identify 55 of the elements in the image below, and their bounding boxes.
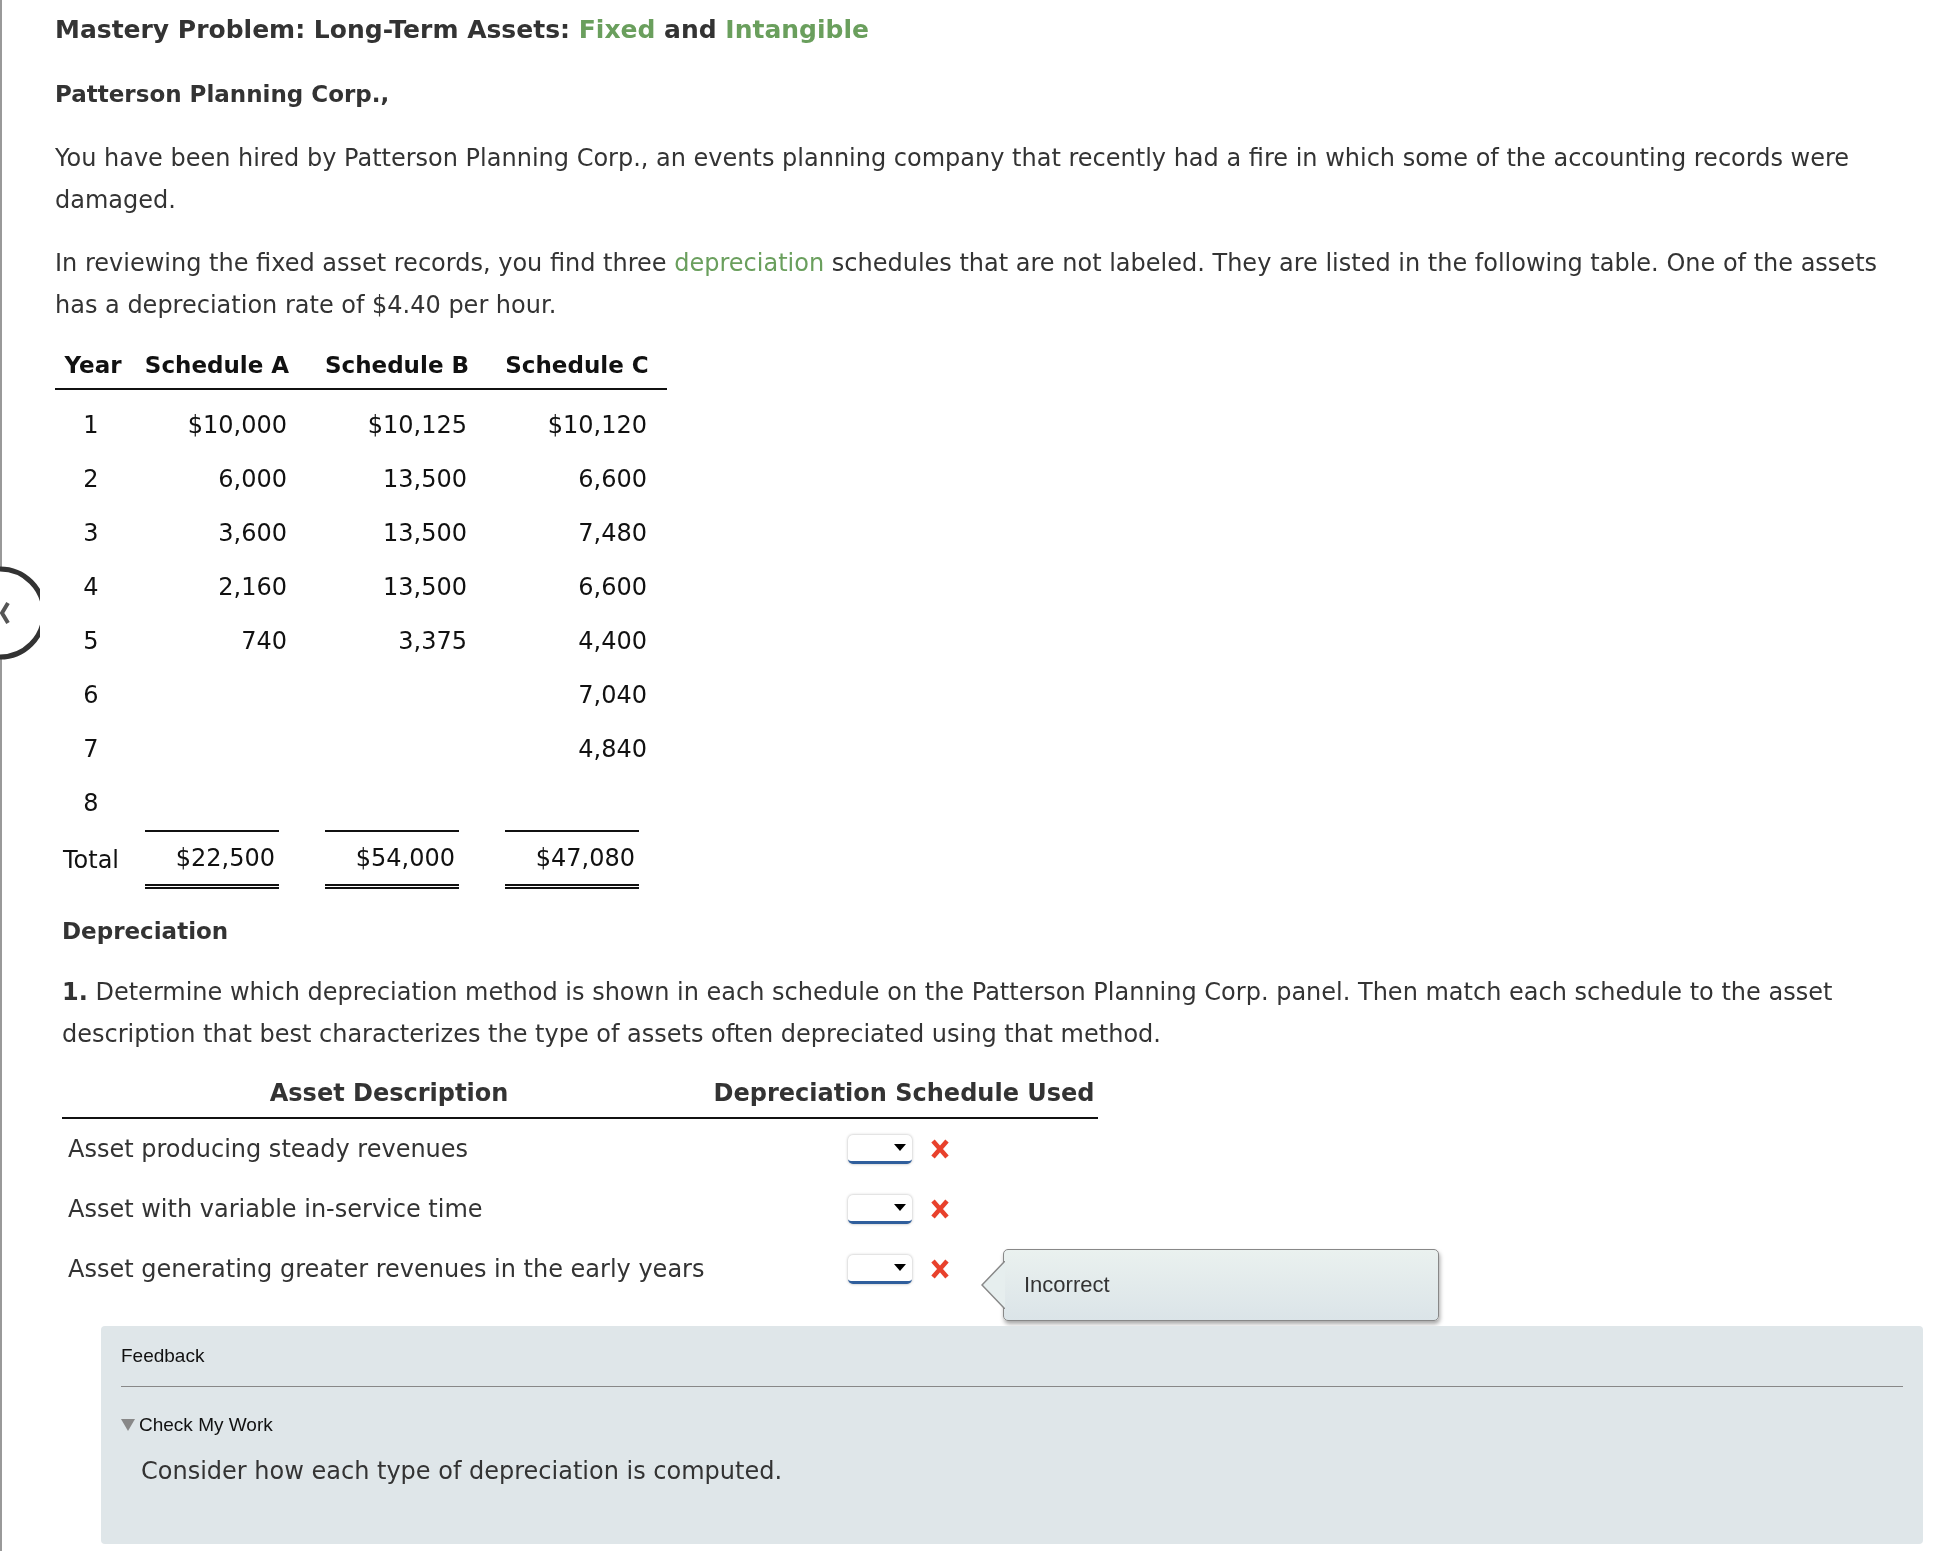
check-my-work-toggle[interactable]: Check My Work bbox=[121, 1411, 273, 1439]
feedback-title: Feedback bbox=[121, 1344, 205, 1368]
column-header: Year bbox=[55, 344, 127, 389]
amount-cell: 3,600 bbox=[218, 519, 287, 547]
amount-cell: 13,500 bbox=[383, 519, 467, 547]
section-heading: Depreciation bbox=[62, 917, 230, 946]
column-header: Depreciation Schedule Used bbox=[713, 1079, 1095, 1107]
amount-cell: 6,000 bbox=[218, 465, 287, 493]
column-header: Schedule C bbox=[487, 344, 667, 389]
glossary-link[interactable]: depreciation bbox=[674, 249, 825, 277]
amount-cell: 13,500 bbox=[383, 573, 467, 601]
year-cell-text: 7 bbox=[82, 734, 100, 765]
amount-cell: $10,120 bbox=[547, 411, 647, 439]
schedule-dropdown[interactable] bbox=[848, 1194, 912, 1224]
column-header: Asset Description bbox=[269, 1079, 509, 1107]
problem-paragraph: You have been hired by Patterson Planning Corp., an events planning company that recently had a fire in which some of the accounting records were damaged. bbox=[55, 143, 1851, 216]
amount-cell: 4,400 bbox=[578, 627, 647, 655]
year-cell-text: 5 bbox=[82, 626, 100, 657]
schedule-dropdown[interactable] bbox=[848, 1254, 912, 1284]
year-cell-text: 8 bbox=[82, 788, 100, 819]
amount-cell: $10,000 bbox=[187, 411, 287, 439]
amount-cell: 6,600 bbox=[578, 465, 647, 493]
feedback-text: Consider how each type of depreciation is computed. bbox=[141, 1457, 784, 1485]
asset-description: Asset generating greater revenues in the early years bbox=[68, 1255, 705, 1283]
page-title: Mastery Problem: Long-Term Assets: Fixed and Intangible bbox=[55, 14, 870, 46]
column-header: Schedule A bbox=[127, 344, 307, 389]
total-cell: $22,500 bbox=[145, 830, 279, 889]
question-text: 1. Determine which depreciation method is shown in each schedule on the Patterson Planning Corp. panel. Then match each schedule to the asset description that best characterizes the type of assets often depreciated using that method. bbox=[62, 977, 1834, 1050]
total-label: Total bbox=[62, 845, 120, 874]
glossary-link[interactable]: Intangible bbox=[725, 15, 869, 44]
company-heading: Patterson Planning Corp., bbox=[55, 80, 391, 109]
year-cell-text: 2 bbox=[82, 464, 100, 495]
total-cell: $47,080 bbox=[505, 830, 639, 889]
amount-cell: 740 bbox=[241, 627, 287, 655]
tooltip-pointer bbox=[981, 1260, 1005, 1309]
asset-description: Asset with variable in-service time bbox=[68, 1195, 483, 1223]
amount-cell: 2,160 bbox=[218, 573, 287, 601]
year-cell-text: 3 bbox=[82, 518, 100, 549]
column-header: Schedule B bbox=[307, 344, 487, 389]
amount-cell: 4,840 bbox=[578, 735, 647, 763]
year-cell-text: 4 bbox=[82, 572, 100, 603]
asset-description: Asset producing steady revenues bbox=[68, 1135, 469, 1163]
amount-cell: 7,040 bbox=[578, 681, 647, 709]
amount-cell: $10,125 bbox=[367, 411, 467, 439]
amount-cell: 13,500 bbox=[383, 465, 467, 493]
amount-cell: 7,480 bbox=[578, 519, 647, 547]
total-cell: $54,000 bbox=[325, 830, 459, 889]
problem-paragraph: In reviewing the fixed asset records, you find three depreciation schedules that are not labeled. They are listed in the following table. One of the assets has a depreciation rate of $4.40 per hour. bbox=[55, 248, 1879, 321]
glossary-link[interactable]: Fixed bbox=[578, 15, 656, 44]
amount-cell: 3,375 bbox=[398, 627, 467, 655]
schedule-dropdown[interactable] bbox=[848, 1134, 912, 1164]
year-cell: 1 bbox=[55, 389, 127, 452]
collapse-handle-icon[interactable] bbox=[0, 565, 40, 661]
year-cell-text: 6 bbox=[82, 680, 100, 711]
amount-cell: 6,600 bbox=[578, 573, 647, 601]
